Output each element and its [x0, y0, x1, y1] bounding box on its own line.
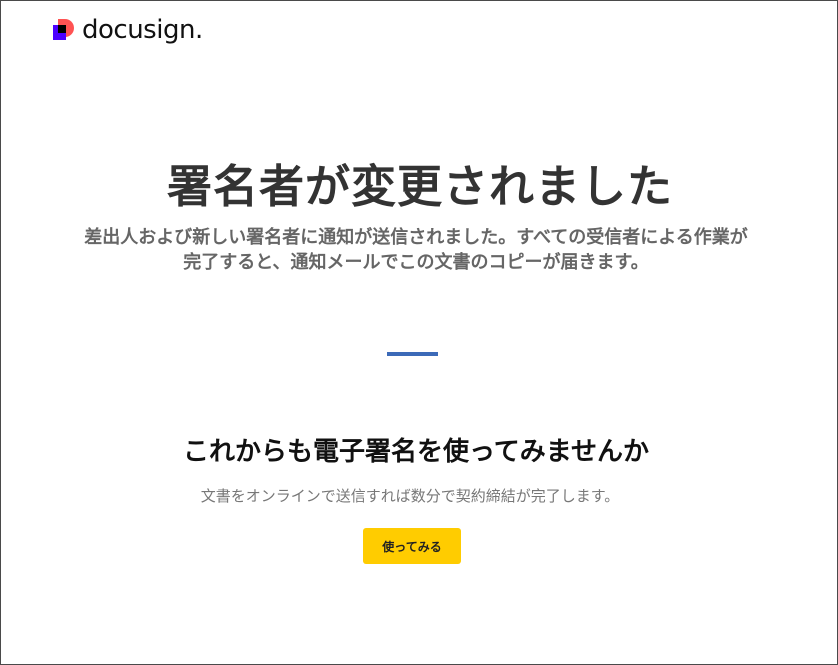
confirmation-message: 差出人および新しい署名者に通知が送信されました。すべての受信者による作業が完了す… — [84, 227, 748, 273]
promo-heading: これからも電子署名を使ってみませんか — [183, 437, 649, 467]
logo-wordmark: docusign — [82, 15, 195, 45]
try-it-button[interactable]: 使ってみる — [363, 528, 461, 564]
section-divider — [387, 352, 438, 356]
page-title: 署名者が変更されました — [166, 160, 673, 213]
docusign-logo: docusign. — [51, 13, 203, 47]
docusign-logo-icon — [51, 18, 75, 42]
page-frame: docusign. 署名者が変更されました 差出人および新しい署名者に通知が送信… — [0, 0, 838, 665]
promo-text: 文書をオンラインで送信すれば数分で契約締結が完了します。 — [200, 487, 620, 505]
